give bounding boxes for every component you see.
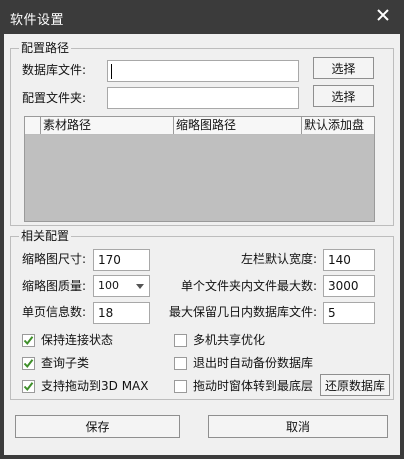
keep-days-label: 最大保留几日内数据库文件: (169, 305, 318, 319)
sidebar-width-input[interactable] (323, 249, 375, 271)
checkbox-empty-icon (174, 379, 187, 393)
auto-backup-checkbox[interactable]: 退出时自动备份数据库 (174, 355, 313, 371)
config-paths-group: 配置路径 数据库文件: 选择 配置文件夹: 选择 素材路径 缩略图路径 默认添加… (10, 41, 394, 226)
dialog-body: 配置路径 数据库文件: 选择 配置文件夹: 选择 素材路径 缩略图路径 默认添加… (4, 34, 400, 455)
path-table-header: 素材路径 缩略图路径 默认添加盘 (25, 117, 374, 135)
close-button[interactable] (368, 5, 397, 27)
db-file-label: 数据库文件: (22, 63, 87, 77)
related-config-group: 相关配置 缩略图尺寸: 左栏默认宽度: 缩略图质量: 100 单个文件夹内文件最… (10, 229, 394, 400)
column-header-thumb-path[interactable]: 缩略图路径 (174, 117, 302, 134)
close-icon (376, 8, 389, 24)
keep-connection-checkbox[interactable]: 保持连接状态 (22, 332, 113, 348)
column-header-default-drive[interactable]: 默认添加盘 (302, 117, 374, 134)
check-icon (22, 333, 35, 347)
page-count-label: 单页信息数: (22, 305, 87, 319)
thumb-quality-label: 缩略图质量: (22, 279, 87, 293)
thumb-size-label: 缩略图尺寸: (22, 252, 87, 266)
config-folder-input[interactable] (107, 87, 299, 109)
chevron-down-icon (136, 284, 144, 289)
query-subclass-checkbox[interactable]: 查询子类 (22, 355, 89, 371)
path-table[interactable]: 素材路径 缩略图路径 默认添加盘 (24, 116, 375, 222)
choose-db-button[interactable]: 选择 (313, 57, 374, 79)
check-icon (22, 356, 35, 370)
page-count-input[interactable] (93, 302, 150, 324)
title-bar: 软件设置 (0, 0, 404, 34)
keep-days-input[interactable] (323, 302, 375, 324)
cancel-button[interactable]: 取消 (208, 415, 388, 438)
multi-machine-checkbox[interactable]: 多机共享优化 (174, 332, 265, 348)
window-title: 软件设置 (10, 13, 65, 28)
max-files-input[interactable] (323, 275, 375, 297)
checkbox-empty-icon (174, 356, 187, 370)
text-caret (111, 64, 112, 79)
row-selector-column (25, 117, 41, 134)
checkbox-empty-icon (174, 333, 187, 347)
restore-database-button[interactable]: 还原数据库 (320, 374, 390, 396)
check-icon (22, 379, 35, 393)
related-config-title: 相关配置 (19, 229, 72, 243)
sidebar-width-label: 左栏默认宽度: (241, 252, 318, 266)
drag-to-bottom-checkbox[interactable]: 拖动时窗体转到最底层 (174, 378, 313, 394)
choose-folder-button[interactable]: 选择 (313, 85, 374, 107)
thumb-size-input[interactable] (93, 249, 150, 271)
save-button[interactable]: 保存 (15, 415, 180, 438)
column-header-asset-path[interactable]: 素材路径 (41, 117, 174, 134)
thumb-quality-select[interactable]: 100 (93, 275, 150, 297)
db-file-input[interactable] (107, 60, 299, 82)
drag-to-3dmax-checkbox[interactable]: 支持拖动到3D MAX (22, 378, 148, 394)
config-folder-label: 配置文件夹: (22, 91, 87, 105)
config-paths-title: 配置路径 (19, 41, 72, 55)
thumb-quality-value: 100 (98, 279, 119, 292)
max-files-label: 单个文件夹内文件最大数: (181, 279, 318, 293)
